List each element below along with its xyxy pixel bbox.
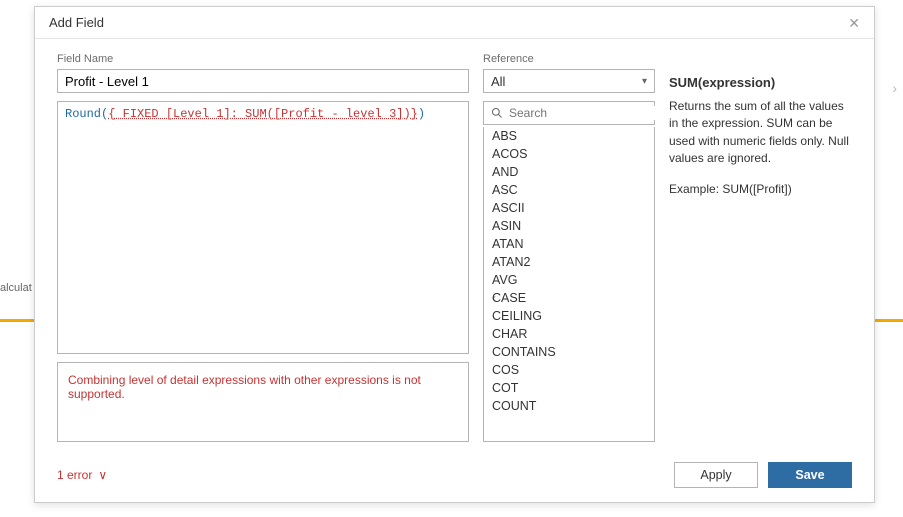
chevron-down-icon: ∨ (98, 468, 107, 482)
close-icon[interactable]: ✕ (848, 16, 860, 30)
list-item[interactable]: ACOS (484, 145, 654, 163)
list-item[interactable]: ATAN2 (484, 253, 654, 271)
list-item[interactable]: COT (484, 379, 654, 397)
function-search-input[interactable] (509, 106, 664, 120)
overflow-chevron-right: › (892, 80, 897, 96)
reference-category-select[interactable]: All ▾ (483, 69, 655, 93)
middle-column: Reference All ▾ ABS ACOS AND ASC ASCII A… (483, 53, 655, 442)
list-item[interactable]: ASCII (484, 199, 654, 217)
function-search-wrap (483, 101, 655, 125)
help-example: Example: SUM([Profit]) (669, 182, 852, 196)
list-item[interactable]: ASIN (484, 217, 654, 235)
list-item[interactable]: CONTAINS (484, 343, 654, 361)
help-description: Returns the sum of all the values in the… (669, 98, 852, 168)
reference-selected-value: All (491, 74, 505, 89)
list-item[interactable]: ABS (484, 127, 654, 145)
list-item[interactable]: AND (484, 163, 654, 181)
list-item[interactable]: COS (484, 361, 654, 379)
formula-error-token: { FIXED [Level 1]: SUM([Profit - level 3… (108, 107, 418, 121)
footer-buttons: Apply Save (674, 462, 852, 488)
save-button[interactable]: Save (768, 462, 852, 488)
field-name-input[interactable] (57, 69, 469, 93)
add-field-dialog: Add Field ✕ Field Name Round({ FIXED [Le… (34, 6, 875, 503)
list-item[interactable]: COUNT (484, 397, 654, 415)
error-message-box: Combining level of detail expressions wi… (57, 362, 469, 442)
dialog-body: Field Name Round({ FIXED [Level 1]: SUM(… (35, 39, 874, 452)
right-column: SUM(expression) Returns the sum of all t… (669, 53, 852, 442)
chevron-down-icon: ▾ (642, 76, 647, 87)
reference-label: Reference (483, 53, 655, 65)
formula-function-token: Round (65, 107, 101, 121)
list-item[interactable]: CASE (484, 289, 654, 307)
error-count-text: 1 error (57, 468, 92, 482)
list-item[interactable]: AVG (484, 271, 654, 289)
list-item[interactable]: CEILING (484, 307, 654, 325)
search-icon (491, 106, 503, 120)
apply-button[interactable]: Apply (674, 462, 758, 488)
list-item[interactable]: CHAR (484, 325, 654, 343)
left-column: Field Name Round({ FIXED [Level 1]: SUM(… (57, 53, 469, 442)
error-count-toggle[interactable]: 1 error ∨ (57, 468, 107, 482)
formula-paren-close: ) (418, 107, 425, 121)
dialog-footer: 1 error ∨ Apply Save (35, 452, 874, 502)
help-title: SUM(expression) (669, 75, 852, 90)
field-name-label: Field Name (57, 53, 469, 65)
list-item[interactable]: ASC (484, 181, 654, 199)
formula-editor[interactable]: Round({ FIXED [Level 1]: SUM([Profit - l… (57, 101, 469, 354)
function-list-container: ABS ACOS AND ASC ASCII ASIN ATAN ATAN2 A… (483, 127, 655, 442)
background-fragment-text: alculat (0, 282, 35, 302)
dialog-title: Add Field (49, 15, 104, 30)
function-list[interactable]: ABS ACOS AND ASC ASCII ASIN ATAN ATAN2 A… (484, 127, 654, 441)
dialog-header: Add Field ✕ (35, 7, 874, 39)
list-item[interactable]: ATAN (484, 235, 654, 253)
